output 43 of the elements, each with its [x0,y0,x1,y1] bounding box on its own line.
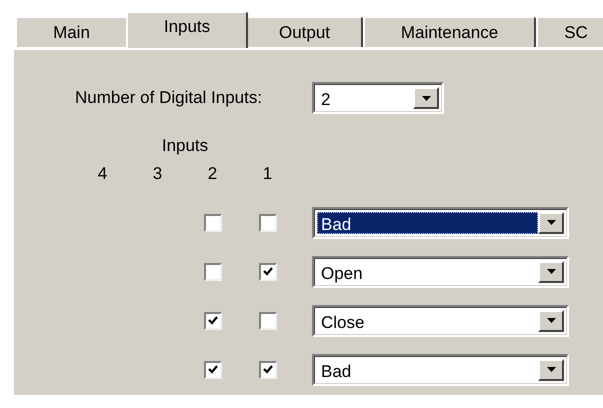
dropdown-value: Bad [317,212,538,234]
checkbox[interactable] [258,214,276,232]
tab[interactable]: SC [536,16,603,47]
checkmark-icon [262,267,272,276]
checkmark-icon [208,365,218,374]
tab[interactable]: Inputs [126,11,248,48]
dropdown-field[interactable]: Bad [314,208,567,236]
checkbox[interactable] [258,312,276,330]
caret-icon [546,367,556,372]
checkbox[interactable] [258,262,276,280]
caret-icon [422,96,430,100]
input-number: 1 [262,164,274,184]
checkmark-icon [262,365,272,374]
tab[interactable]: Output [246,16,363,47]
tab[interactable]: Maintenance [363,16,536,47]
dropdown-field[interactable]: Bad [314,356,567,384]
dropdown-button[interactable] [413,87,439,109]
dropdown-value: Close [320,312,366,332]
dropdown-value: Open [320,262,364,282]
input-number: 4 [96,164,108,184]
dropdown-button[interactable] [538,212,564,234]
input-number: 3 [152,164,164,184]
tab[interactable]: Main [15,16,128,47]
checkbox[interactable] [204,360,222,378]
column-header: Inputs [160,136,210,156]
checkbox[interactable] [204,262,222,280]
input-number: 2 [206,164,218,184]
dropdown-field[interactable]: 2 [314,84,442,112]
checkmark-icon [208,316,218,325]
dropdown-field[interactable]: Close [314,306,567,334]
dropdown-button[interactable] [538,260,564,282]
caret-icon [546,318,556,323]
dropdown-button[interactable] [538,310,564,332]
dropdown-value: Bad [320,360,352,380]
checkbox[interactable] [258,360,276,378]
dropdown-button[interactable] [538,358,564,380]
checkbox[interactable] [204,312,222,330]
checkbox[interactable] [204,214,222,232]
field-label: Number of Digital Inputs: [75,88,264,108]
dropdown-value: 2 [320,89,332,109]
caret-icon [546,220,556,225]
dropdown-field[interactable]: Open [314,258,567,286]
caret-icon [546,269,556,274]
